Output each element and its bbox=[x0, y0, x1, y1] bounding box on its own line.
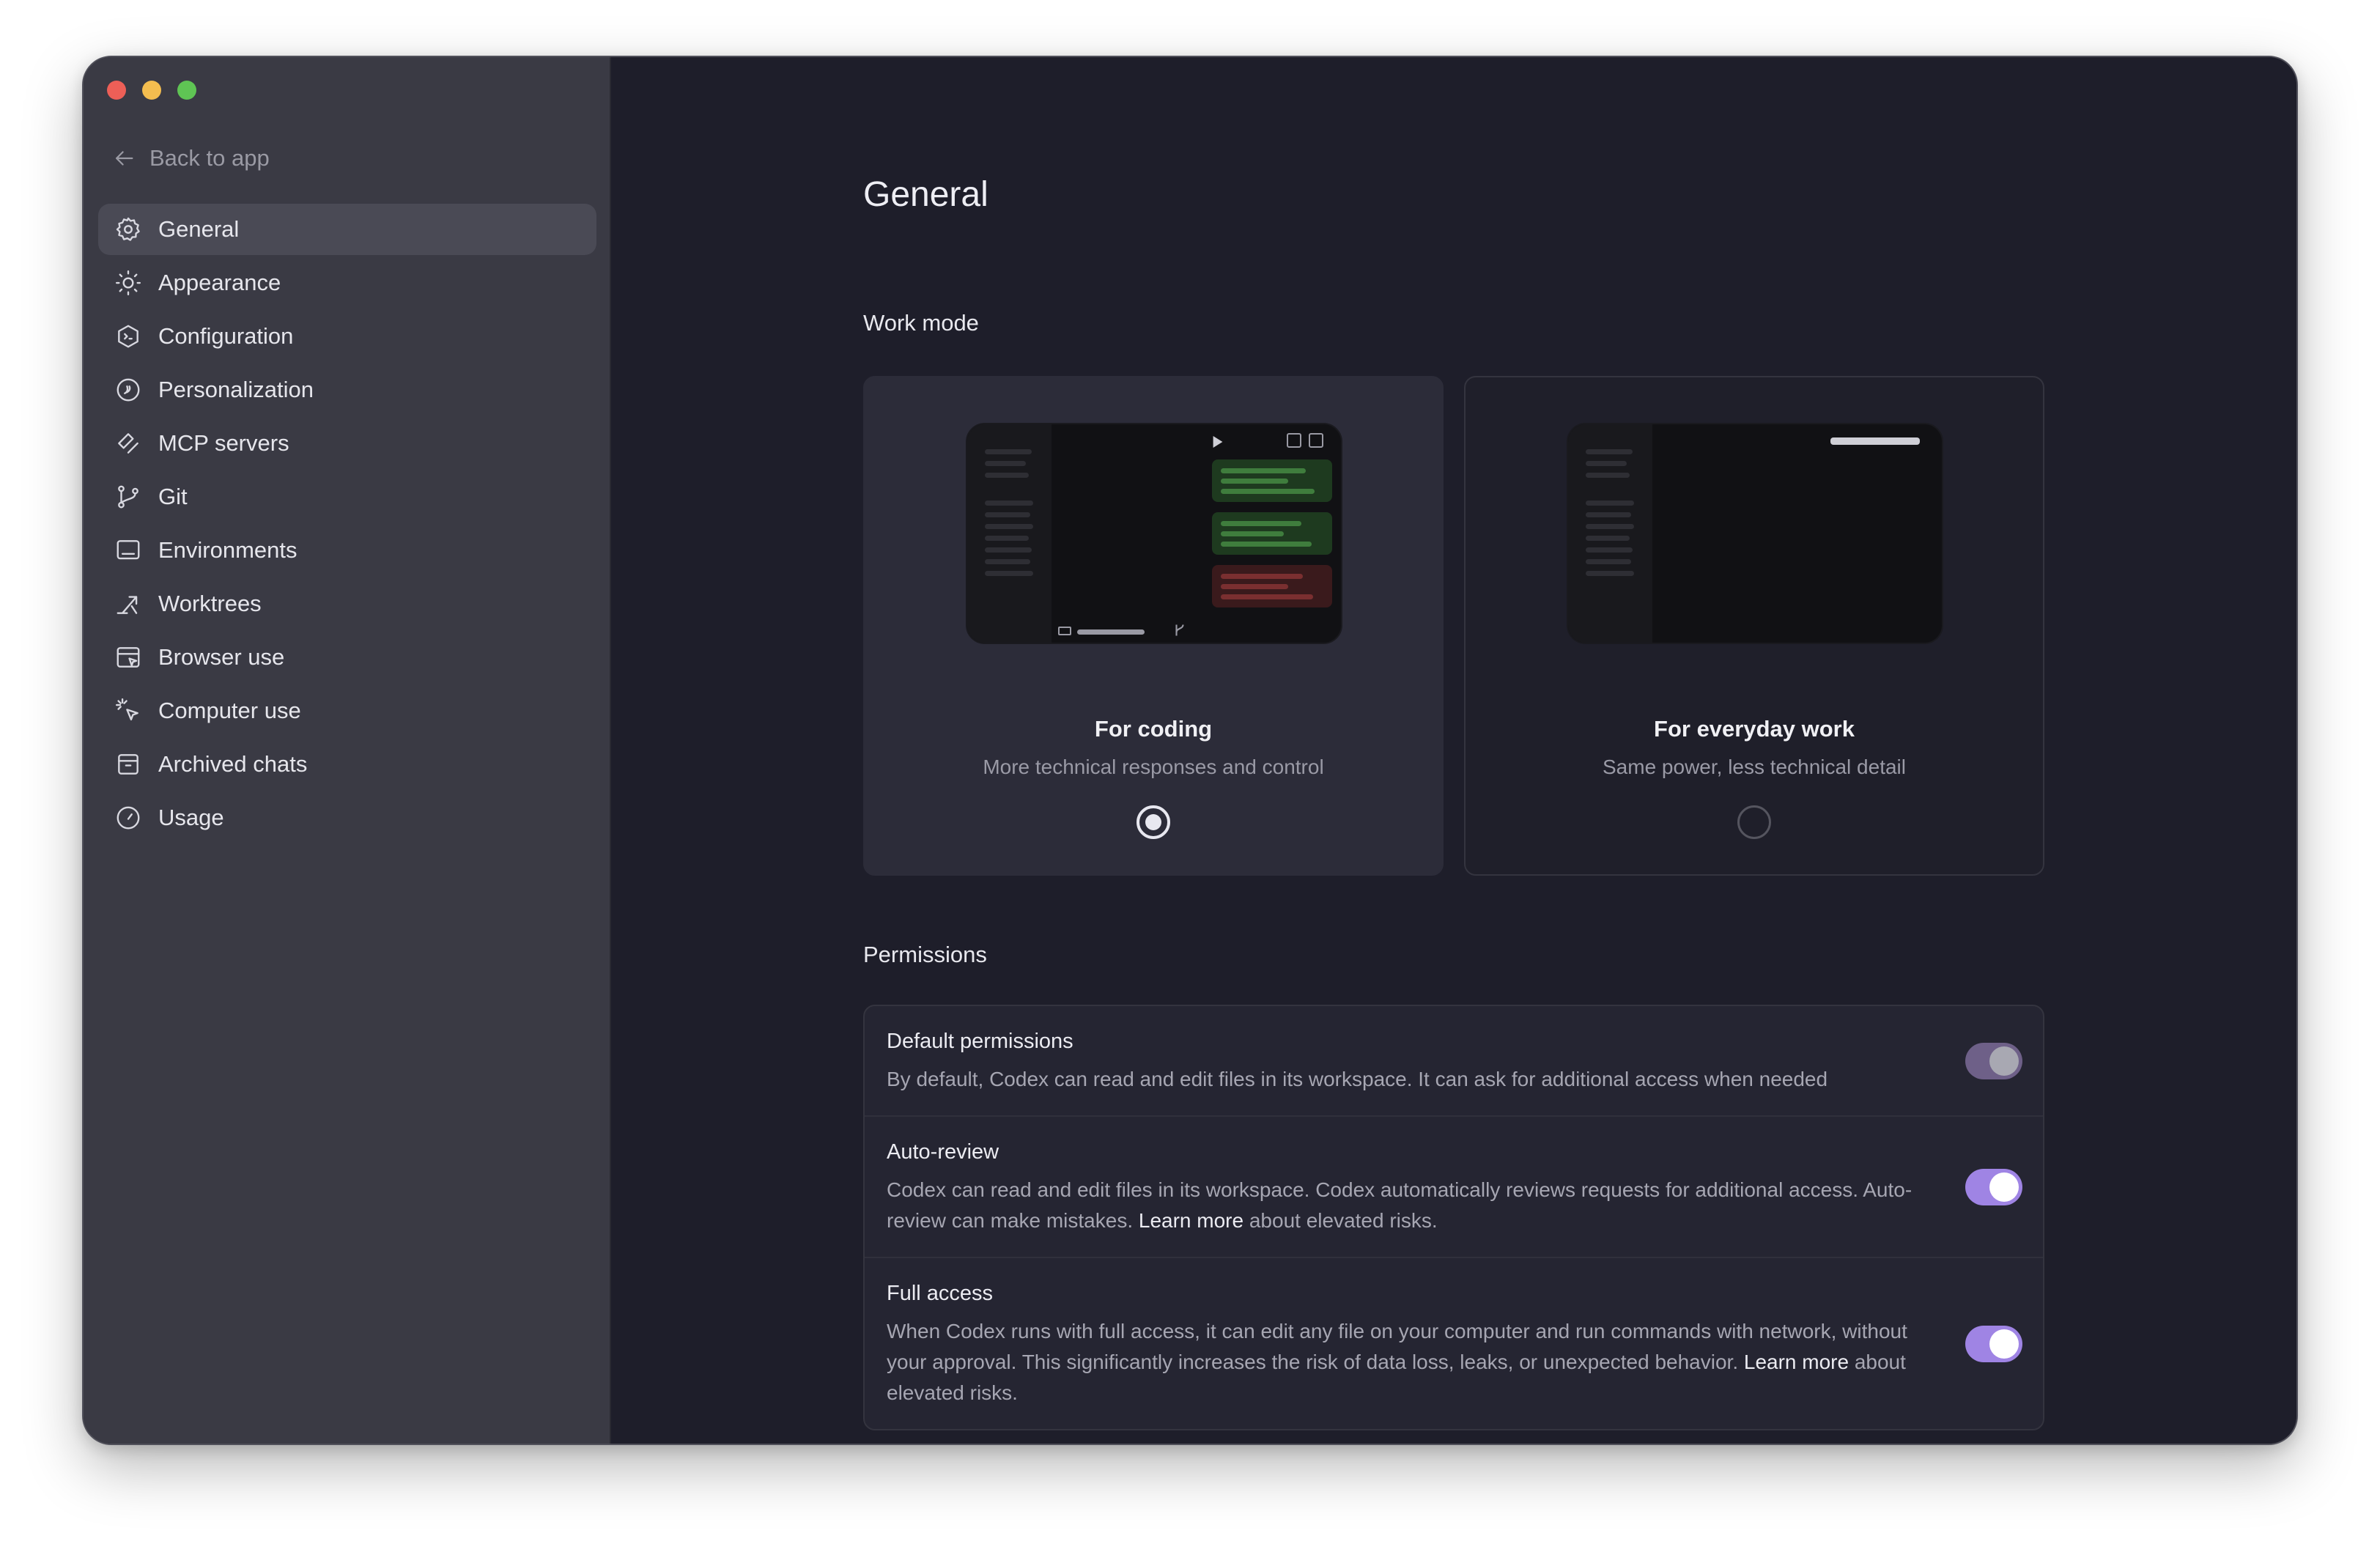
everyday-radio-button[interactable] bbox=[1737, 805, 1771, 839]
page-title: General bbox=[863, 175, 988, 214]
sidebar-item-label: Worktrees bbox=[158, 591, 262, 616]
sun-icon bbox=[115, 270, 141, 296]
everyday-card-subtitle: Same power, less technical detail bbox=[1603, 756, 1906, 778]
permission-name: Auto-review bbox=[887, 1140, 999, 1164]
work-mode-heading: Work mode bbox=[863, 310, 979, 336]
branch-icon bbox=[1175, 624, 1184, 636]
sidebar-item-label: Browser use bbox=[158, 644, 285, 670]
permission-row-full-access: Full access When Codex runs with full ac… bbox=[865, 1258, 2043, 1429]
permission-row-default: Default permissions By default, Codex ca… bbox=[865, 1006, 2043, 1117]
back-to-app-label: Back to app bbox=[149, 145, 270, 171]
settings-nav: General Appearance Configuration Persona… bbox=[98, 204, 596, 846]
config-icon bbox=[118, 325, 138, 348]
coding-card-subtitle: More technical responses and control bbox=[983, 756, 1324, 778]
gauge-icon bbox=[117, 806, 140, 830]
sidebar-item-label: Environments bbox=[158, 537, 298, 563]
coding-preview-illustration bbox=[966, 423, 1342, 644]
permission-name: Default permissions bbox=[887, 1030, 1073, 1053]
learn-more-link[interactable]: Learn more bbox=[1744, 1351, 1849, 1373]
learn-more-link[interactable]: Learn more bbox=[1139, 1209, 1243, 1232]
auto-review-toggle[interactable] bbox=[1965, 1168, 2022, 1205]
cursor-sparkle-icon bbox=[115, 698, 138, 721]
window-controls bbox=[107, 81, 196, 100]
everyday-preview-illustration bbox=[1567, 423, 1943, 644]
zoom-window-button[interactable] bbox=[177, 81, 196, 100]
sidebar-item-label: Git bbox=[158, 484, 188, 509]
sidebar-item-label: Computer use bbox=[158, 698, 301, 723]
permission-row-auto-review: Auto-review Codex can read and edit file… bbox=[865, 1117, 2043, 1258]
sidebar-item-label: Configuration bbox=[158, 323, 294, 349]
settings-content: General Work mode For coding More techni… bbox=[863, 174, 2044, 1430]
permission-description: Codex can read and edit files in its wor… bbox=[887, 1175, 1918, 1236]
sidebar-item-archived-chats[interactable]: Archived chats bbox=[98, 739, 596, 790]
description-text: about elevated risks. bbox=[1243, 1209, 1438, 1232]
sidebar-item-label: General bbox=[158, 216, 240, 242]
laptop-icon bbox=[1058, 627, 1071, 635]
work-mode-coding-card[interactable]: For coding More technical responses and … bbox=[863, 376, 1444, 876]
mcp-icon bbox=[118, 433, 138, 454]
sidebar-item-configuration[interactable]: Configuration bbox=[98, 311, 596, 362]
sidebar-item-label: Usage bbox=[158, 805, 224, 830]
everyday-card-title: For everyday work bbox=[1654, 716, 1855, 742]
permissions-list: Default permissions By default, Codex ca… bbox=[863, 1005, 2044, 1430]
permission-description: When Codex runs with full access, it can… bbox=[887, 1316, 1918, 1408]
sidebar-item-label: Personalization bbox=[158, 377, 314, 402]
sidebar-item-label: MCP servers bbox=[158, 430, 289, 456]
terminal-icon bbox=[1287, 433, 1301, 448]
sidebar-item-appearance[interactable]: Appearance bbox=[98, 257, 596, 309]
coding-card-title: For coding bbox=[1094, 716, 1213, 742]
sidebar-item-computer-use[interactable]: Computer use bbox=[98, 685, 596, 736]
close-window-button[interactable] bbox=[107, 81, 126, 100]
sidebar-item-general[interactable]: General bbox=[98, 204, 596, 255]
permissions-heading: Permissions bbox=[863, 942, 987, 967]
sidebar-item-personalization[interactable]: Personalization bbox=[98, 364, 596, 415]
work-mode-everyday-card[interactable]: For everyday work Same power, less techn… bbox=[1464, 376, 2044, 876]
sidebar-item-label: Appearance bbox=[158, 270, 281, 295]
permission-name: Full access bbox=[887, 1282, 994, 1305]
archive-icon bbox=[118, 754, 138, 775]
gear-icon bbox=[116, 217, 140, 241]
monitor-icon bbox=[117, 540, 140, 560]
sidebar-item-git[interactable]: Git bbox=[98, 471, 596, 522]
sidebar-item-usage[interactable]: Usage bbox=[98, 792, 596, 843]
work-mode-options: For coding More technical responses and … bbox=[863, 376, 2044, 876]
full-access-toggle[interactable] bbox=[1965, 1325, 2022, 1362]
sidebar-item-environments[interactable]: Environments bbox=[98, 525, 596, 576]
sidebar-item-mcp-servers[interactable]: MCP servers bbox=[98, 418, 596, 469]
back-to-app-link[interactable]: Back to app bbox=[111, 145, 270, 171]
permission-description: By default, Codex can read and edit file… bbox=[887, 1068, 1828, 1090]
git-branch-icon bbox=[118, 485, 138, 509]
sidebar-item-browser-use[interactable]: Browser use bbox=[98, 632, 596, 683]
coding-radio-button[interactable] bbox=[1137, 805, 1170, 839]
main-panel: General Work mode For coding More techni… bbox=[611, 57, 2296, 1444]
split-panel-icon bbox=[1309, 433, 1323, 448]
play-icon bbox=[1213, 436, 1223, 448]
arrow-left-icon bbox=[115, 151, 133, 166]
personalization-icon bbox=[117, 378, 140, 402]
browser-icon bbox=[117, 647, 140, 668]
sidebar: Back to app General Appearance Configura… bbox=[84, 57, 611, 1444]
app-window: Back to app General Appearance Configura… bbox=[82, 56, 2298, 1445]
worktree-icon bbox=[117, 596, 138, 614]
minimize-window-button[interactable] bbox=[142, 81, 161, 100]
sidebar-item-label: Archived chats bbox=[158, 751, 308, 777]
sidebar-item-worktrees[interactable]: Worktrees bbox=[98, 578, 596, 629]
default-permissions-toggle[interactable] bbox=[1965, 1042, 2022, 1079]
